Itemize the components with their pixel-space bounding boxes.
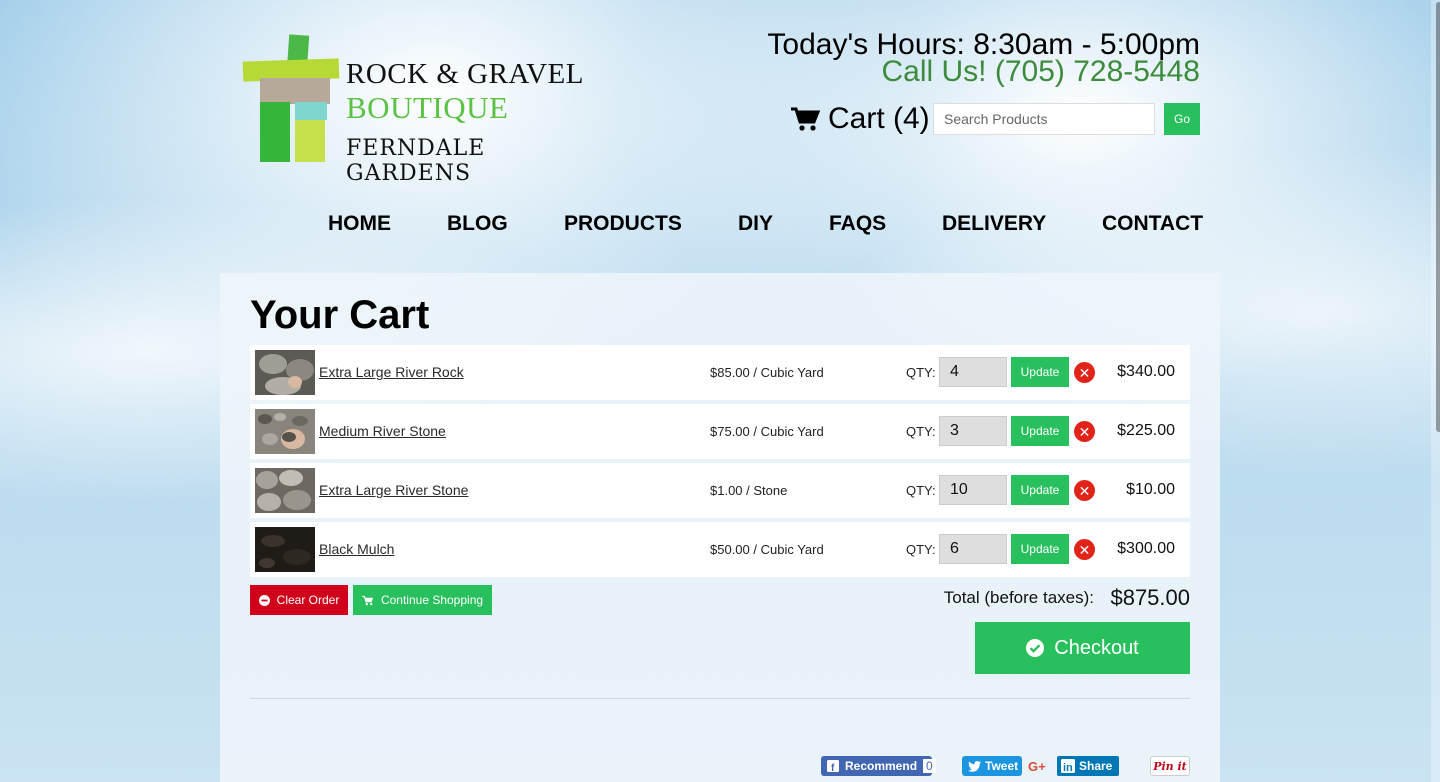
cart-row: Extra Large River Stone $1.00 / Stone QT… bbox=[250, 463, 1190, 518]
nav-delivery[interactable]: DELIVERY bbox=[942, 212, 1046, 236]
total-label: Total (before taxes): bbox=[943, 588, 1094, 607]
update-button[interactable]: Update bbox=[1011, 416, 1069, 446]
continue-shopping-label: Continue Shopping bbox=[380, 593, 484, 607]
nav-products[interactable]: PRODUCTS bbox=[564, 212, 682, 236]
product-thumbnail[interactable] bbox=[255, 350, 315, 395]
pinterest-pin-button[interactable]: Pin it bbox=[1150, 756, 1190, 776]
unit-price: $85.00 / Cubic Yard bbox=[710, 365, 824, 380]
search-go-button[interactable]: Go bbox=[1164, 103, 1200, 135]
qty-label: QTY: bbox=[906, 424, 936, 439]
quantity-input[interactable] bbox=[939, 534, 1007, 564]
qty-label: QTY: bbox=[906, 483, 936, 498]
main-nav: HOME BLOG PRODUCTS DIY FAQS DELIVERY CON… bbox=[300, 212, 1210, 242]
qty-label: QTY: bbox=[906, 365, 936, 380]
scrollbar[interactable] bbox=[1431, 0, 1440, 782]
cart-label: Cart (4) bbox=[828, 102, 930, 135]
linkedin-icon: in bbox=[1061, 759, 1075, 773]
inukshuk-logo-icon bbox=[240, 32, 340, 162]
unit-price: $75.00 / Cubic Yard bbox=[710, 424, 824, 439]
remove-item-icon[interactable]: ✕ bbox=[1074, 539, 1095, 560]
nav-faqs[interactable]: FAQS bbox=[829, 212, 886, 236]
qty-label: QTY: bbox=[906, 542, 936, 557]
minus-circle-icon bbox=[258, 594, 270, 606]
product-thumbnail[interactable] bbox=[255, 527, 315, 572]
clear-order-label: Clear Order bbox=[276, 593, 340, 607]
total-value: $875.00 bbox=[1110, 585, 1190, 610]
remove-item-icon[interactable]: ✕ bbox=[1074, 362, 1095, 383]
quantity-input[interactable] bbox=[939, 475, 1007, 505]
linkedin-label: Share bbox=[1079, 759, 1113, 773]
pinterest-label: Pin it bbox=[1153, 759, 1187, 773]
nav-home[interactable]: HOME bbox=[328, 212, 391, 236]
logo-line2: BOUTIQUE bbox=[346, 90, 509, 125]
update-button[interactable]: Update bbox=[1011, 475, 1069, 505]
logo-line3: FERNDALE GARDENS bbox=[346, 136, 486, 186]
line-total: $225.00 bbox=[1117, 422, 1175, 439]
remove-item-icon[interactable]: ✕ bbox=[1074, 480, 1095, 501]
tweet-button[interactable]: Tweet bbox=[962, 756, 1022, 776]
quantity-input[interactable] bbox=[939, 416, 1007, 446]
continue-shopping-button[interactable]: Continue Shopping bbox=[353, 585, 492, 615]
shopping-cart-icon bbox=[362, 595, 374, 606]
cart-row: Black Mulch $50.00 / Cubic Yard QTY: Upd… bbox=[250, 522, 1190, 577]
cart-panel: Your Cart Extra Large River Rock $85.00 … bbox=[220, 273, 1220, 782]
nav-contact[interactable]: CONTACT bbox=[1102, 212, 1203, 236]
quantity-input[interactable] bbox=[939, 357, 1007, 387]
unit-price: $50.00 / Cubic Yard bbox=[710, 542, 824, 557]
unit-price: $1.00 / Stone bbox=[710, 483, 788, 498]
clear-order-button[interactable]: Clear Order bbox=[250, 585, 348, 615]
site-logo[interactable]: ROCK & GRAVEL BOUTIQUE FERNDALE GARDENS bbox=[240, 32, 600, 186]
google-plus-button[interactable]: G+ bbox=[1028, 756, 1052, 776]
nav-blog[interactable]: BLOG bbox=[447, 212, 508, 236]
update-button[interactable]: Update bbox=[1011, 534, 1069, 564]
update-button[interactable]: Update bbox=[1011, 357, 1069, 387]
page-title: Your Cart bbox=[250, 293, 430, 337]
nav-diy[interactable]: DIY bbox=[738, 212, 773, 236]
product-thumbnail[interactable] bbox=[255, 468, 315, 513]
checkout-label: Checkout bbox=[1054, 636, 1139, 659]
linkedin-share-button[interactable]: in Share bbox=[1057, 756, 1119, 776]
line-total: $300.00 bbox=[1117, 540, 1175, 557]
shopping-cart-icon bbox=[790, 106, 820, 132]
search-input[interactable] bbox=[933, 103, 1155, 135]
check-circle-icon bbox=[1026, 639, 1045, 657]
svg-text:in: in bbox=[1063, 762, 1073, 773]
line-total: $340.00 bbox=[1117, 363, 1175, 380]
remove-item-icon[interactable]: ✕ bbox=[1074, 421, 1095, 442]
divider bbox=[250, 698, 1190, 699]
product-link[interactable]: Black Mulch bbox=[319, 541, 394, 557]
product-link[interactable]: Medium River Stone bbox=[319, 423, 446, 439]
google-plus-icon: G+ bbox=[1028, 758, 1046, 774]
facebook-count: 0 bbox=[923, 759, 936, 773]
facebook-label: Recommend bbox=[845, 759, 918, 773]
twitter-bird-icon bbox=[968, 760, 981, 772]
product-link[interactable]: Extra Large River Rock bbox=[319, 364, 464, 380]
logo-line1: ROCK & GRAVEL bbox=[346, 58, 584, 90]
cart-link[interactable]: Cart (4) bbox=[790, 102, 930, 136]
product-thumbnail[interactable] bbox=[255, 409, 315, 454]
cart-row: Extra Large River Rock $85.00 / Cubic Ya… bbox=[250, 345, 1190, 400]
line-total: $10.00 bbox=[1126, 481, 1175, 498]
scrollbar-thumb[interactable] bbox=[1436, 2, 1440, 432]
facebook-icon: f bbox=[827, 760, 839, 772]
cart-row: Medium River Stone $75.00 / Cubic Yard Q… bbox=[250, 404, 1190, 459]
facebook-recommend-button[interactable]: f Recommend 0 bbox=[821, 756, 936, 776]
checkout-button[interactable]: Checkout bbox=[975, 622, 1190, 674]
phone-link[interactable]: Call Us! (705) 728-5448 bbox=[881, 55, 1200, 89]
product-link[interactable]: Extra Large River Stone bbox=[319, 482, 468, 498]
twitter-label: Tweet bbox=[985, 759, 1019, 773]
